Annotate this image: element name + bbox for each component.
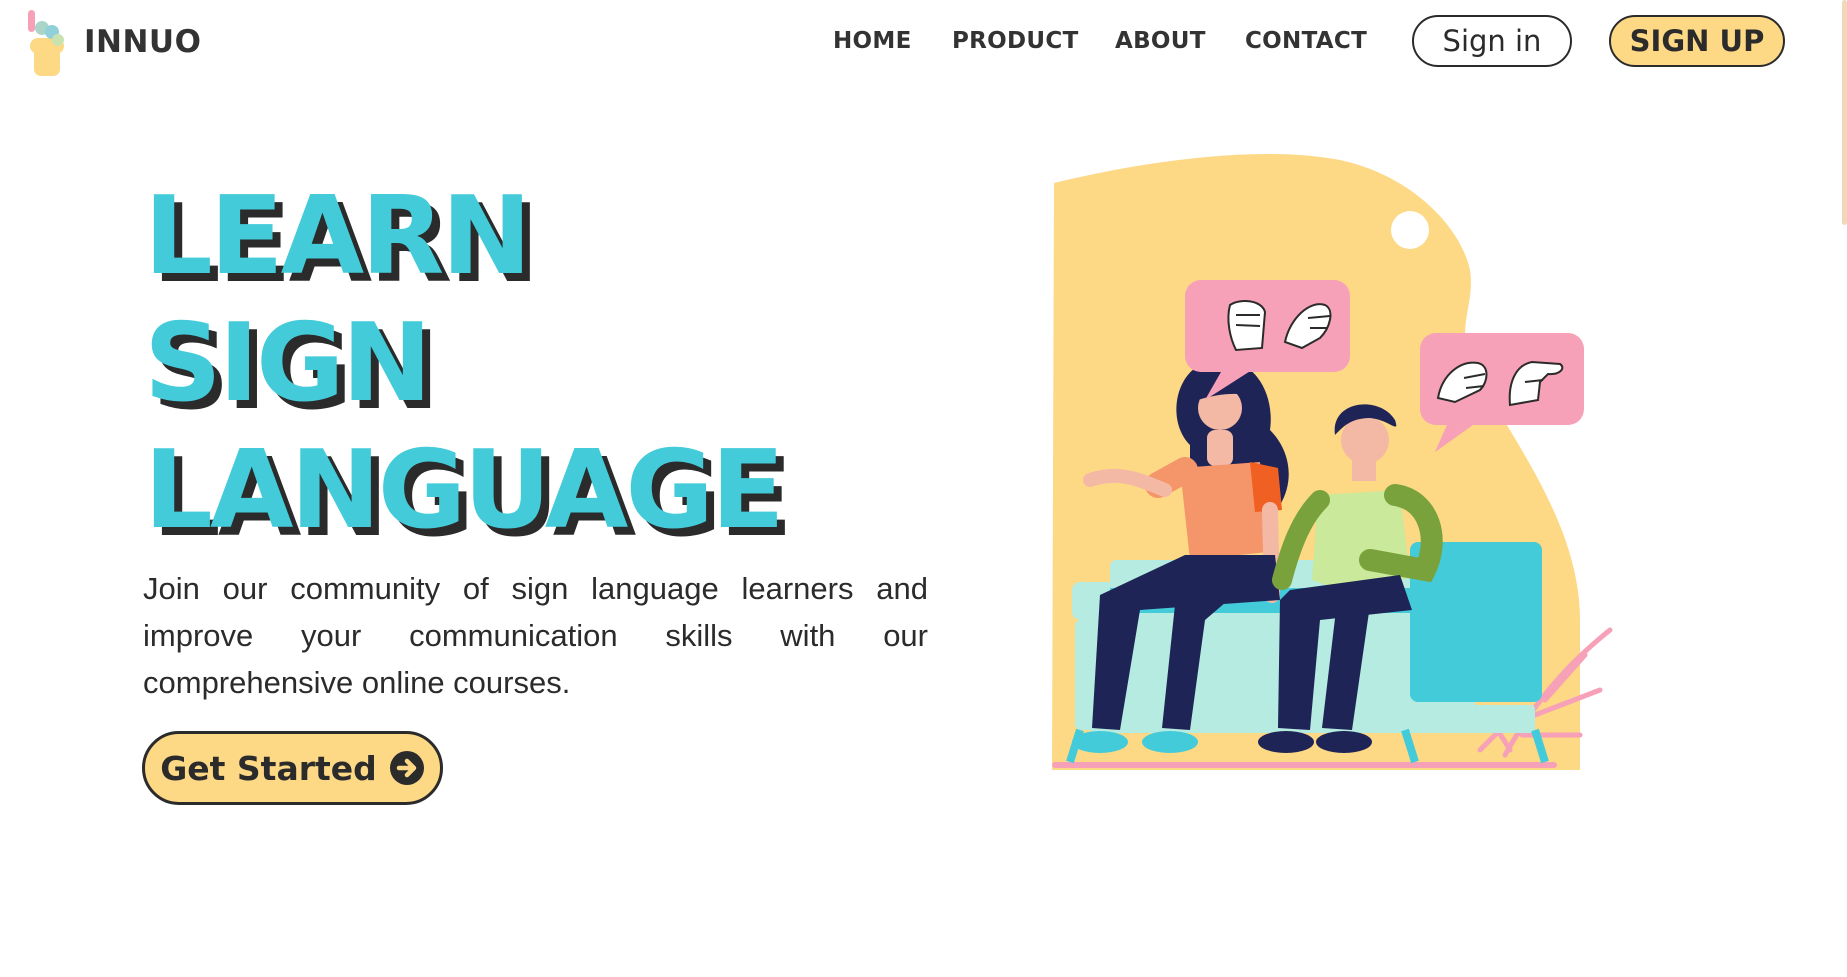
sign-up-button[interactable]: SIGN UP (1609, 15, 1785, 67)
get-started-label: Get Started (160, 748, 377, 788)
arrow-circle-right-icon (389, 750, 425, 786)
nav-home[interactable]: HOME (833, 28, 912, 54)
nav-about[interactable]: ABOUT (1115, 28, 1206, 54)
get-started-button[interactable]: Get Started (142, 731, 443, 805)
hero-description: Join our community of sign language lear… (143, 571, 928, 700)
nav-product[interactable]: PRODUCT (952, 28, 1079, 54)
hero-title-line-2: SIGN (144, 301, 432, 426)
hero-title-line-3: LANGUAGE (144, 428, 785, 553)
nav-contact[interactable]: CONTACT (1245, 28, 1367, 54)
sign-in-button[interactable]: Sign in (1412, 15, 1572, 67)
hero-title-line-1: LEARN (144, 174, 532, 299)
hand-logo-icon (28, 10, 64, 76)
brand-name: INNUO (84, 24, 202, 60)
people-signing-illustration (1052, 153, 1613, 770)
page-scrollbar[interactable] (1842, 0, 1847, 225)
brand-logo[interactable]: INNUO (24, 8, 201, 76)
